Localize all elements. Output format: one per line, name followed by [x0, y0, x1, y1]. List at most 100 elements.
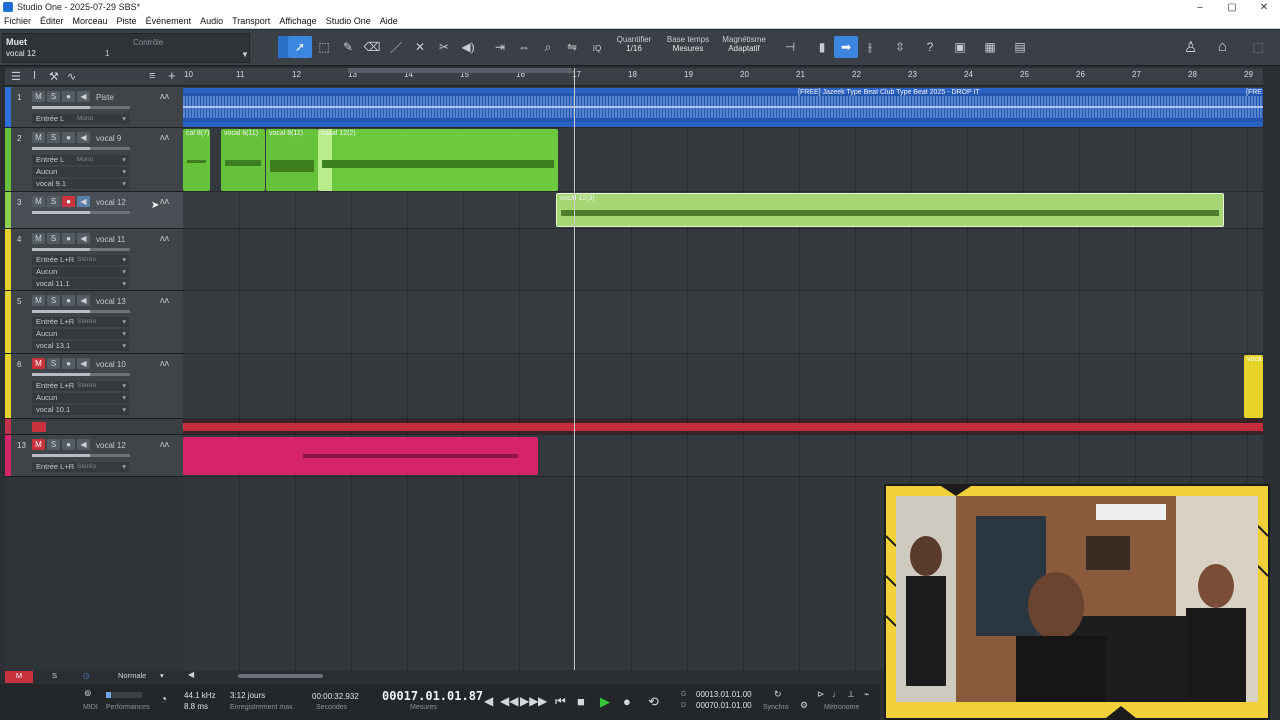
input-selector[interactable]: Entrée L+R Stéréo ▾ — [32, 317, 129, 327]
precount-icon[interactable]: ⊳ — [817, 689, 825, 700]
record-arm-button[interactable]: ● — [62, 91, 75, 102]
waveform-icon[interactable]: ᴧᴧ — [160, 132, 169, 142]
scrub-tool-icon[interactable]: ⇋ — [560, 36, 584, 58]
waveform-icon[interactable]: ᴧᴧ — [160, 196, 169, 206]
audio-event-beat[interactable]: [FREE] Jazeek Type Beat Club Type Beat 2… — [183, 88, 1263, 127]
solo-button[interactable]: S — [47, 196, 60, 207]
user-icon[interactable]: ♙ — [1184, 38, 1197, 56]
grid-view-icon[interactable]: ▦ — [978, 36, 1002, 58]
chevron-down-icon[interactable]: ▾ — [160, 671, 164, 680]
mute-button[interactable]: M — [32, 295, 45, 306]
track-row[interactable]: 13 M S ● ◀ vocal 12 ᴧᴧ Entrée L+R Stéréo… — [5, 435, 183, 477]
audio-event-vocal[interactable]: vocal 12(2) — [318, 129, 558, 191]
eraser-tool-icon[interactable]: ⌫ — [360, 36, 384, 58]
zoom-tool-icon[interactable]: ⌕ — [536, 36, 560, 58]
horizontal-scrollbar[interactable]: ◀ — [183, 670, 883, 682]
midi-icon[interactable]: ⊚ — [84, 688, 92, 699]
scrollbar-thumb[interactable] — [238, 674, 323, 678]
menu-affichage[interactable]: Affichage — [279, 16, 316, 26]
quantize-selector[interactable]: Quantifier 1/16 — [612, 35, 656, 53]
pencil-tool-icon[interactable]: ✎ — [336, 36, 360, 58]
time-seconds[interactable]: 00:00:32.932 — [312, 692, 359, 701]
stop-icon[interactable]: ■ — [577, 694, 585, 709]
track-mode-selector[interactable]: Normale — [118, 671, 146, 680]
loop-follow-icon[interactable]: ▮ — [810, 36, 834, 58]
output-selector[interactable]: Aucun ▾ — [32, 267, 129, 277]
loop-start-value[interactable]: 00013.01.01.00 — [696, 690, 752, 699]
sync-icon[interactable]: ◷ — [83, 671, 90, 680]
tempo-icon[interactable]: ⟂ — [848, 689, 854, 700]
align-icon[interactable]: ⇳ — [888, 36, 912, 58]
menu-aide[interactable]: Aide — [380, 16, 398, 26]
record-icon[interactable]: ● — [623, 694, 631, 709]
menu-studio-one[interactable]: Studio One — [326, 16, 371, 26]
loop-range[interactable] — [348, 68, 572, 73]
input-selector[interactable]: Entrée L Mono ▾ — [32, 155, 129, 165]
stretch-tool-icon[interactable]: ⇔ — [512, 36, 536, 58]
record-arm-button[interactable]: ● — [62, 196, 75, 207]
track-row[interactable]: 4 M S ● ◀ vocal 11 ᴧᴧ Entrée L+R Stéréo … — [5, 229, 183, 291]
forward-to-end-icon[interactable]: ▶ — [538, 694, 547, 708]
go-to-start-icon[interactable]: ⏮ — [555, 694, 566, 709]
input-selector[interactable]: Entrée L Mono ▾ — [32, 114, 129, 124]
output-selector[interactable]: Aucun ▾ — [32, 329, 129, 339]
loop-end-value[interactable]: 00070.01.01.00 — [696, 701, 752, 710]
add-track-icon[interactable]: + — [168, 68, 176, 83]
monitor-button[interactable]: ◀ — [77, 233, 90, 244]
audio-event-vocal[interactable]: cal 8(7) — [183, 129, 210, 191]
menu-icon[interactable]: ☰ — [11, 70, 21, 83]
mute-button[interactable]: M — [32, 358, 45, 369]
waveform-icon[interactable]: ᴧᴧ — [160, 439, 169, 449]
mute-button[interactable]: M — [32, 233, 45, 244]
mute-button[interactable]: M — [32, 439, 45, 450]
track-lane[interactable] — [183, 291, 1263, 354]
waveform-icon[interactable]: ᴧᴧ — [160, 91, 169, 101]
track-name[interactable]: vocal 10 — [96, 360, 126, 369]
chevron-down-icon[interactable]: ▼ — [241, 50, 249, 59]
monitor-button[interactable]: ◀ — [77, 91, 90, 102]
monitor-button[interactable]: ◀ — [77, 132, 90, 143]
record-arm-button[interactable]: ● — [62, 358, 75, 369]
range-tool-icon[interactable]: ⬚ — [312, 36, 336, 58]
global-solo-button[interactable]: S — [52, 671, 57, 680]
bend-tool-icon[interactable]: ⇥ — [488, 36, 512, 58]
solo-button[interactable]: S — [47, 358, 60, 369]
waveform-icon[interactable]: ᴧᴧ — [160, 358, 169, 368]
menu-transport[interactable]: Transport — [232, 16, 270, 26]
inspector-summary[interactable]: Muet Contrôle vocal 12 1 ▼ — [2, 33, 250, 63]
click-icon[interactable]: ⌁ — [864, 689, 869, 700]
autoscroll-icon[interactable]: ➡ — [834, 36, 858, 58]
monitor-button[interactable]: ◀ — [77, 358, 90, 369]
video-icon[interactable]: ▣ — [948, 36, 972, 58]
mute-button[interactable]: M — [32, 196, 45, 207]
menu-editer[interactable]: Éditer — [40, 16, 64, 26]
track-row[interactable]: 2 M S ● ◀ vocal 9 ᴧᴧ Entrée L Mono ▾ Auc… — [5, 128, 183, 192]
split-view-icon[interactable]: ⫲ — [858, 36, 882, 58]
tools-icon[interactable]: ⚒ — [49, 70, 59, 83]
metronome-toggle-icon[interactable]: ♩ — [832, 689, 841, 699]
solo-button[interactable]: S — [47, 233, 60, 244]
track-row[interactable]: 5 M S ● ◀ vocal 13 ᴧᴧ Entrée L+R Stéréo … — [5, 291, 183, 354]
monitor-button[interactable]: ◀ — [77, 295, 90, 306]
waveform-icon[interactable]: ᴧᴧ — [160, 233, 169, 243]
mute-button[interactable]: M — [32, 91, 45, 102]
track-row[interactable]: 3 M S ● ◀ vocal 12 ➤ ᴧᴧ — [5, 192, 183, 229]
track-name[interactable]: vocal 9 — [96, 134, 121, 143]
menu-audio[interactable]: Audio — [200, 16, 223, 26]
track-name[interactable]: Piste — [96, 93, 114, 102]
track-name[interactable]: vocal 13 — [96, 297, 126, 306]
close-button[interactable]: ✕ — [1248, 2, 1280, 13]
record-arm-button[interactable]: ● — [62, 439, 75, 450]
solo-button[interactable]: S — [47, 439, 60, 450]
audio-event-vocal[interactable]: voca — [1244, 355, 1263, 418]
record-arm-button[interactable]: ● — [62, 295, 75, 306]
layer-selector[interactable]: vocal 10.1 ▾ — [32, 405, 129, 415]
split-tool-icon[interactable]: ✂ — [432, 36, 456, 58]
position-display[interactable]: 00017.01.01.87 — [382, 689, 483, 703]
audio-event-vocal[interactable]: vocal 8(11) — [221, 129, 265, 191]
tool-frame-icon[interactable] — [278, 36, 288, 58]
solo-button[interactable]: S — [47, 91, 60, 102]
audio-event-vocal-muted[interactable] — [183, 437, 538, 475]
list-icon[interactable]: ≡ — [149, 70, 155, 82]
layer-selector[interactable]: vocal 13.1 ▾ — [32, 341, 129, 351]
